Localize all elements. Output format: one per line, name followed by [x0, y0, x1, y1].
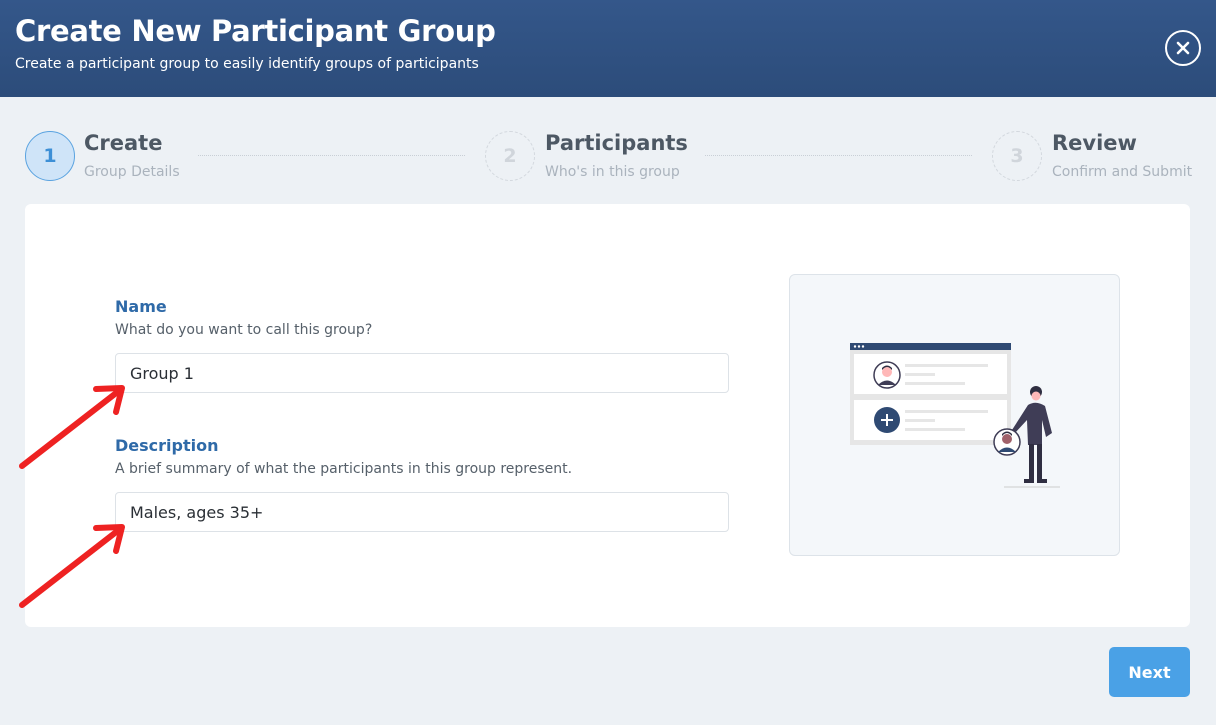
red-arrow-icon: [19, 524, 125, 608]
step-subtitle: Confirm and Submit: [1052, 164, 1193, 180]
modal-subtitle: Create a participant group to easily ide…: [15, 56, 479, 72]
step-number-badge: 3: [992, 131, 1042, 181]
step-title: Create: [84, 131, 163, 155]
close-button[interactable]: [1165, 30, 1201, 66]
next-button[interactable]: Next: [1109, 647, 1190, 697]
participants-illustration: [850, 343, 1060, 488]
modal-title: Create New Participant Group: [15, 14, 496, 48]
step-connector: [198, 155, 465, 156]
description-help-text: A brief summary of what the participants…: [115, 461, 573, 477]
step-subtitle: Who's in this group: [545, 164, 680, 180]
close-icon: [1176, 41, 1190, 55]
step-title: Review: [1052, 131, 1137, 155]
step-number-badge: 2: [485, 131, 535, 181]
name-input[interactable]: [115, 353, 729, 393]
name-help-text: What do you want to call this group?: [115, 322, 373, 338]
step-subtitle: Group Details: [84, 164, 180, 180]
name-label: Name: [115, 297, 167, 316]
red-arrow-icon: [19, 385, 125, 469]
illustration-panel: [789, 274, 1120, 556]
description-input[interactable]: [115, 492, 729, 532]
description-label: Description: [115, 436, 219, 455]
modal-header: Create New Participant Group Create a pa…: [0, 0, 1216, 97]
step-title: Participants: [545, 131, 688, 155]
step-connector: [705, 155, 972, 156]
step-number-badge: 1: [25, 131, 75, 181]
